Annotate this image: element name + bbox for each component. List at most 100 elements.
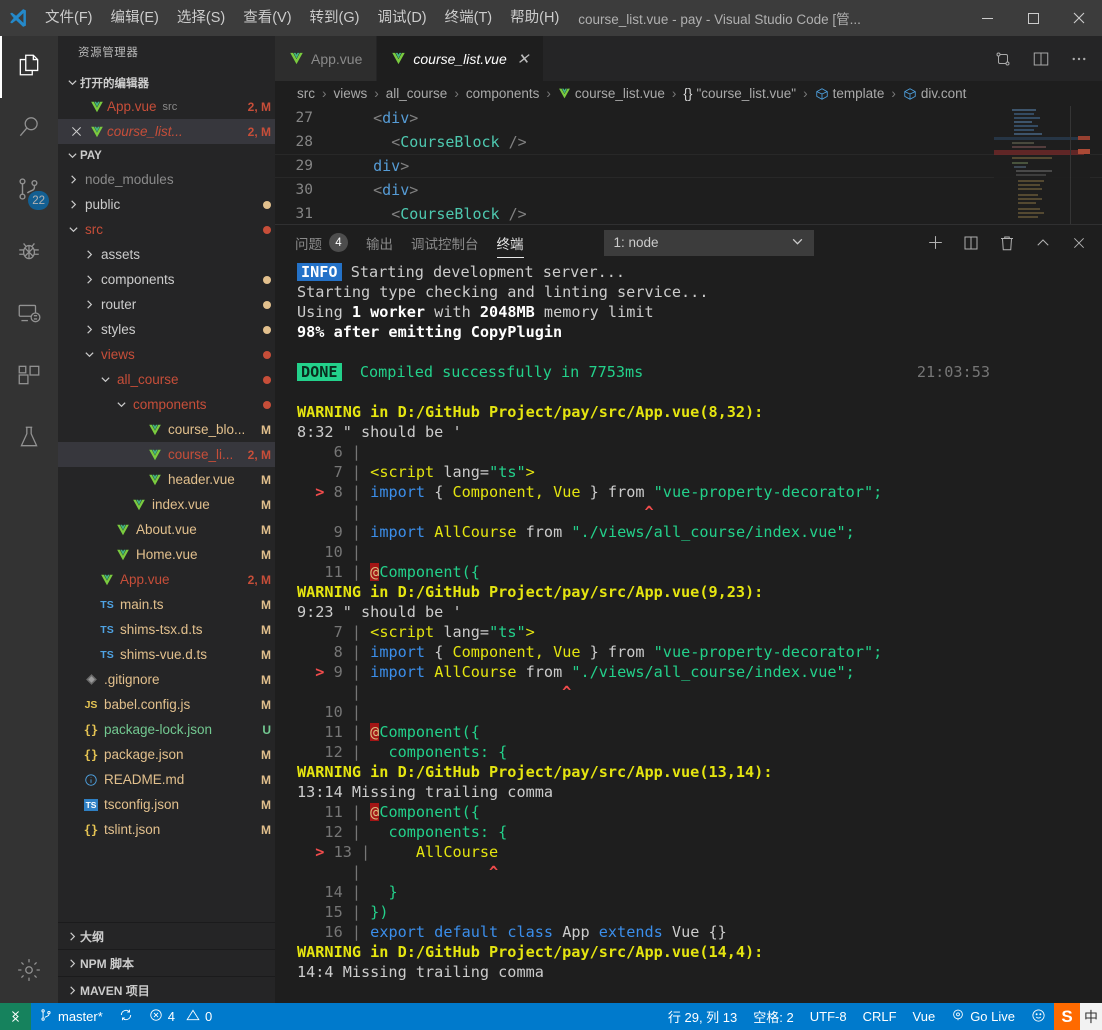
breadcrumb-all-course[interactable]: all_course (386, 86, 448, 101)
tree-file-app-vue[interactable]: App.vue 2, M (58, 567, 275, 592)
tree-file-tslint-json[interactable]: {} tslint.json M (58, 817, 275, 842)
tree-file-main-ts[interactable]: TS main.ts M (58, 592, 275, 617)
terminal-selector[interactable]: 1: node (603, 229, 814, 256)
breadcrumb[interactable]: src › views › all_course › components › … (275, 81, 1102, 106)
tab-course-list-vue[interactable]: course_list.vue ✕ (377, 36, 545, 81)
tree-file-home-vue[interactable]: Home.vue M (58, 542, 275, 567)
terminal-output[interactable]: INFO Starting development server... Start… (275, 260, 1102, 1003)
close-panel-icon[interactable] (1068, 232, 1090, 254)
menu-go[interactable]: 转到(G) (301, 0, 369, 36)
breadcrumb-course-list-vue[interactable]: course_list.vue (558, 86, 665, 101)
close-button[interactable] (1056, 0, 1102, 36)
code-line[interactable]: 30 <div> (275, 178, 1102, 202)
tree-folder-router[interactable]: router (58, 292, 275, 317)
tree-folder-styles[interactable]: styles (58, 317, 275, 342)
section-outline[interactable]: 大纲 (58, 922, 275, 949)
close-icon[interactable]: ✕ (517, 50, 530, 68)
tree-file-readme-md[interactable]: README.md M (58, 767, 275, 792)
open-editors-header[interactable]: 打开的编辑器 (58, 71, 275, 94)
breadcrumb-components[interactable]: components (466, 86, 540, 101)
status-problems[interactable]: 4 0 (141, 1003, 220, 1030)
project-header-pay[interactable]: PAY (58, 144, 275, 167)
more-actions-icon[interactable] (1068, 48, 1090, 70)
menu-selection[interactable]: 选择(S) (168, 0, 234, 36)
breadcrumb-symbol-template[interactable]: template (815, 86, 884, 101)
activity-explorer[interactable] (0, 36, 58, 98)
status-branch[interactable]: master* (31, 1003, 111, 1030)
code-line[interactable]: 29 div> (275, 154, 1102, 178)
status-go-live[interactable]: Go Live (943, 1003, 1023, 1030)
minimap[interactable] (994, 106, 1090, 224)
close-icon[interactable] (65, 126, 87, 137)
tree-folder-public[interactable]: public (58, 192, 275, 217)
tree-folder-components[interactable]: components (58, 392, 275, 417)
new-terminal-icon[interactable] (924, 232, 946, 254)
breadcrumb-symbol-file[interactable]: {} "course_list.vue" (683, 86, 796, 101)
tree-file-course-li-[interactable]: course_li... 2, M (58, 442, 275, 467)
status-feedback[interactable] (1023, 1003, 1054, 1030)
status-eol[interactable]: CRLF (855, 1003, 905, 1030)
activity-search[interactable] (0, 98, 58, 160)
activity-settings[interactable] (0, 941, 58, 1003)
section-npm-scripts[interactable]: NPM 脚本 (58, 949, 275, 976)
activity-debug[interactable] (0, 222, 58, 284)
breadcrumb-views[interactable]: views (334, 86, 368, 101)
status-remote-indicator[interactable] (0, 1003, 31, 1030)
tree-file-package-lock-json[interactable]: {} package-lock.json U (58, 717, 275, 742)
tree-file-course-blo-[interactable]: course_blo... M (58, 417, 275, 442)
tree-file-package-json[interactable]: {} package.json M (58, 742, 275, 767)
split-terminal-icon[interactable] (960, 232, 982, 254)
menu-view[interactable]: 查看(V) (234, 0, 300, 36)
panel-tab-problems[interactable]: 问题 4 (295, 225, 348, 260)
tree-file-shims-tsx-d-ts[interactable]: TS shims-tsx.d.ts M (58, 617, 275, 642)
code-line[interactable]: 27 <div> (275, 106, 1102, 130)
tree-file-tsconfig-json[interactable]: TS tsconfig.json M (58, 792, 275, 817)
tree-folder-views[interactable]: views (58, 342, 275, 367)
maximize-button[interactable] (1010, 0, 1056, 36)
panel-tab-debug-console[interactable]: 调试控制台 (411, 225, 479, 260)
ime-mode-indicator[interactable]: 中 (1080, 1003, 1102, 1030)
open-editor-row-app[interactable]: App.vue src 2, M (58, 94, 275, 119)
tree-folder-src[interactable]: src (58, 217, 275, 242)
menu-terminal[interactable]: 终端(T) (436, 0, 502, 36)
tree-folder-all-course[interactable]: all_course (58, 367, 275, 392)
activity-remote[interactable] (0, 284, 58, 346)
tree-file-shims-vue-d-ts[interactable]: TS shims-vue.d.ts M (58, 642, 275, 667)
code-line[interactable]: 31 <CourseBlock /> (275, 202, 1102, 224)
status-encoding[interactable]: UTF-8 (802, 1003, 855, 1030)
tree-folder-assets[interactable]: assets (58, 242, 275, 267)
tree-folder-components[interactable]: components (58, 267, 275, 292)
open-changes-icon[interactable] (992, 48, 1014, 70)
ime-logo-icon[interactable]: S (1054, 1003, 1080, 1030)
open-editor-row-courselist[interactable]: course_list... 2, M (58, 119, 275, 144)
tree-file-index-vue[interactable]: index.vue M (58, 492, 275, 517)
code-editor[interactable]: 27 <div> 28 <CourseBlock /> 29 div> 30 <div… (275, 106, 1102, 224)
status-cursor-position[interactable]: 行 29, 列 13 (660, 1003, 745, 1030)
menu-help[interactable]: 帮助(H) (501, 0, 568, 36)
panel-tab-output[interactable]: 输出 (366, 225, 393, 260)
menu-debug[interactable]: 调试(D) (368, 0, 435, 36)
panel-tab-terminal[interactable]: 终端 (496, 225, 524, 260)
breadcrumb-symbol-div[interactable]: div.cont (903, 86, 966, 101)
menu-edit[interactable]: 编辑(E) (102, 0, 168, 36)
file-tree[interactable]: node_modules public src assets components rou… (58, 167, 275, 922)
tree-folder-node-modules[interactable]: node_modules (58, 167, 275, 192)
tree-file-babel-config-js[interactable]: JS babel.config.js M (58, 692, 275, 717)
maximize-panel-icon[interactable] (1032, 232, 1054, 254)
tab-app-vue[interactable]: App.vue (275, 36, 378, 81)
split-editor-icon[interactable] (1030, 48, 1052, 70)
section-maven[interactable]: MAVEN 项目 (58, 976, 275, 1003)
breadcrumb-src[interactable]: src (297, 86, 315, 101)
status-sync[interactable] (111, 1003, 141, 1030)
activity-source-control[interactable]: 22 (0, 160, 58, 222)
kill-terminal-icon[interactable] (996, 232, 1018, 254)
minimize-button[interactable] (964, 0, 1010, 36)
menu-file[interactable]: 文件(F) (36, 0, 102, 36)
status-indentation[interactable]: 空格: 2 (745, 1003, 801, 1030)
code-line[interactable]: 28 <CourseBlock /> (275, 130, 1102, 154)
tree-file-header-vue[interactable]: header.vue M (58, 467, 275, 492)
tree-file--gitignore[interactable]: .gitignore M (58, 667, 275, 692)
status-language-mode[interactable]: Vue (905, 1003, 944, 1030)
activity-test[interactable] (0, 408, 58, 470)
menu-bar[interactable]: 文件(F) 编辑(E) 选择(S) 查看(V) 转到(G) 调试(D) 终端(T… (36, 0, 568, 36)
